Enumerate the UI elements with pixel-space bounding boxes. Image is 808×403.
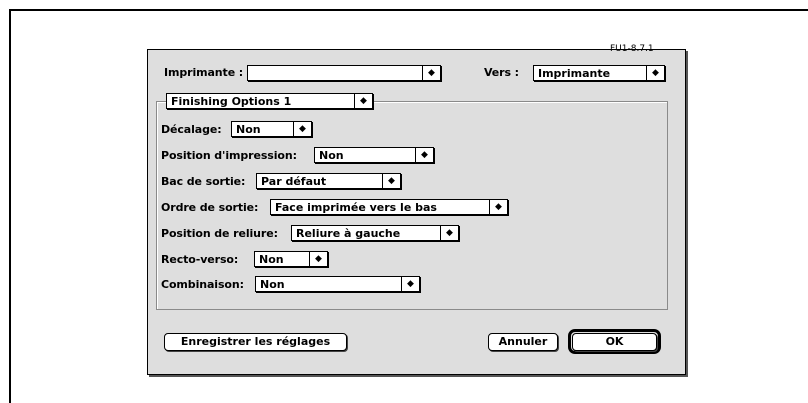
popup-arrows-icon: ◆: [421, 150, 428, 160]
popup-arrows-icon: ◆: [388, 176, 395, 186]
popup-arrows-icon: ◆: [299, 124, 306, 134]
duplex-value: Non: [259, 253, 284, 266]
output-order-label: Ordre de sortie:: [161, 201, 259, 214]
offset-value: Non: [236, 123, 261, 136]
print-position-value: Non: [319, 149, 344, 162]
page-frame-top: [9, 9, 808, 11]
popup-arrows-icon: ◆: [652, 68, 659, 78]
offset-popup[interactable]: Non ◆: [231, 121, 312, 137]
destination-value: Imprimante: [538, 67, 611, 80]
binding-position-popup[interactable]: Reliure à gauche ◆: [291, 225, 459, 241]
duplex-label: Recto-verso:: [161, 253, 239, 266]
popup-arrows-icon: ◆: [360, 96, 367, 106]
combination-value: Non: [260, 278, 285, 291]
destination-label: Vers :: [484, 66, 519, 79]
output-tray-value: Par défaut: [261, 175, 327, 188]
page-frame-left: [9, 9, 11, 403]
combination-label: Combinaison:: [161, 278, 244, 291]
output-tray-popup[interactable]: Par défaut ◆: [256, 173, 401, 189]
print-position-label: Position d'impression:: [161, 149, 297, 162]
panel-popup[interactable]: Finishing Options 1 ◆: [166, 93, 373, 109]
version-label: FU1-8.7.1: [610, 44, 654, 54]
popup-arrows-icon: ◆: [446, 228, 453, 238]
combination-popup[interactable]: Non ◆: [255, 276, 420, 292]
popup-arrows-icon: ◆: [315, 254, 322, 264]
popup-arrows-icon: ◆: [428, 68, 435, 78]
destination-popup[interactable]: Imprimante ◆: [533, 65, 665, 81]
binding-position-label: Position de reliure:: [161, 227, 278, 240]
binding-position-value: Reliure à gauche: [296, 227, 401, 240]
popup-arrows-icon: ◆: [495, 202, 502, 212]
cancel-button[interactable]: Annuler: [488, 333, 558, 351]
output-order-popup[interactable]: Face imprimée vers le bas ◆: [270, 199, 508, 215]
ok-button[interactable]: OK: [572, 333, 657, 351]
popup-arrows-icon: ◆: [407, 279, 414, 289]
printer-label: Imprimante :: [164, 66, 244, 79]
save-settings-button[interactable]: Enregistrer les réglages: [164, 333, 347, 351]
printer-popup[interactable]: ◆: [247, 65, 441, 81]
print-position-popup[interactable]: Non ◆: [314, 147, 434, 163]
panel-value: Finishing Options 1: [171, 95, 292, 108]
offset-label: Décalage:: [161, 123, 222, 136]
duplex-popup[interactable]: Non ◆: [254, 251, 328, 267]
output-order-value: Face imprimée vers le bas: [275, 201, 437, 214]
output-tray-label: Bac de sortie:: [161, 175, 246, 188]
